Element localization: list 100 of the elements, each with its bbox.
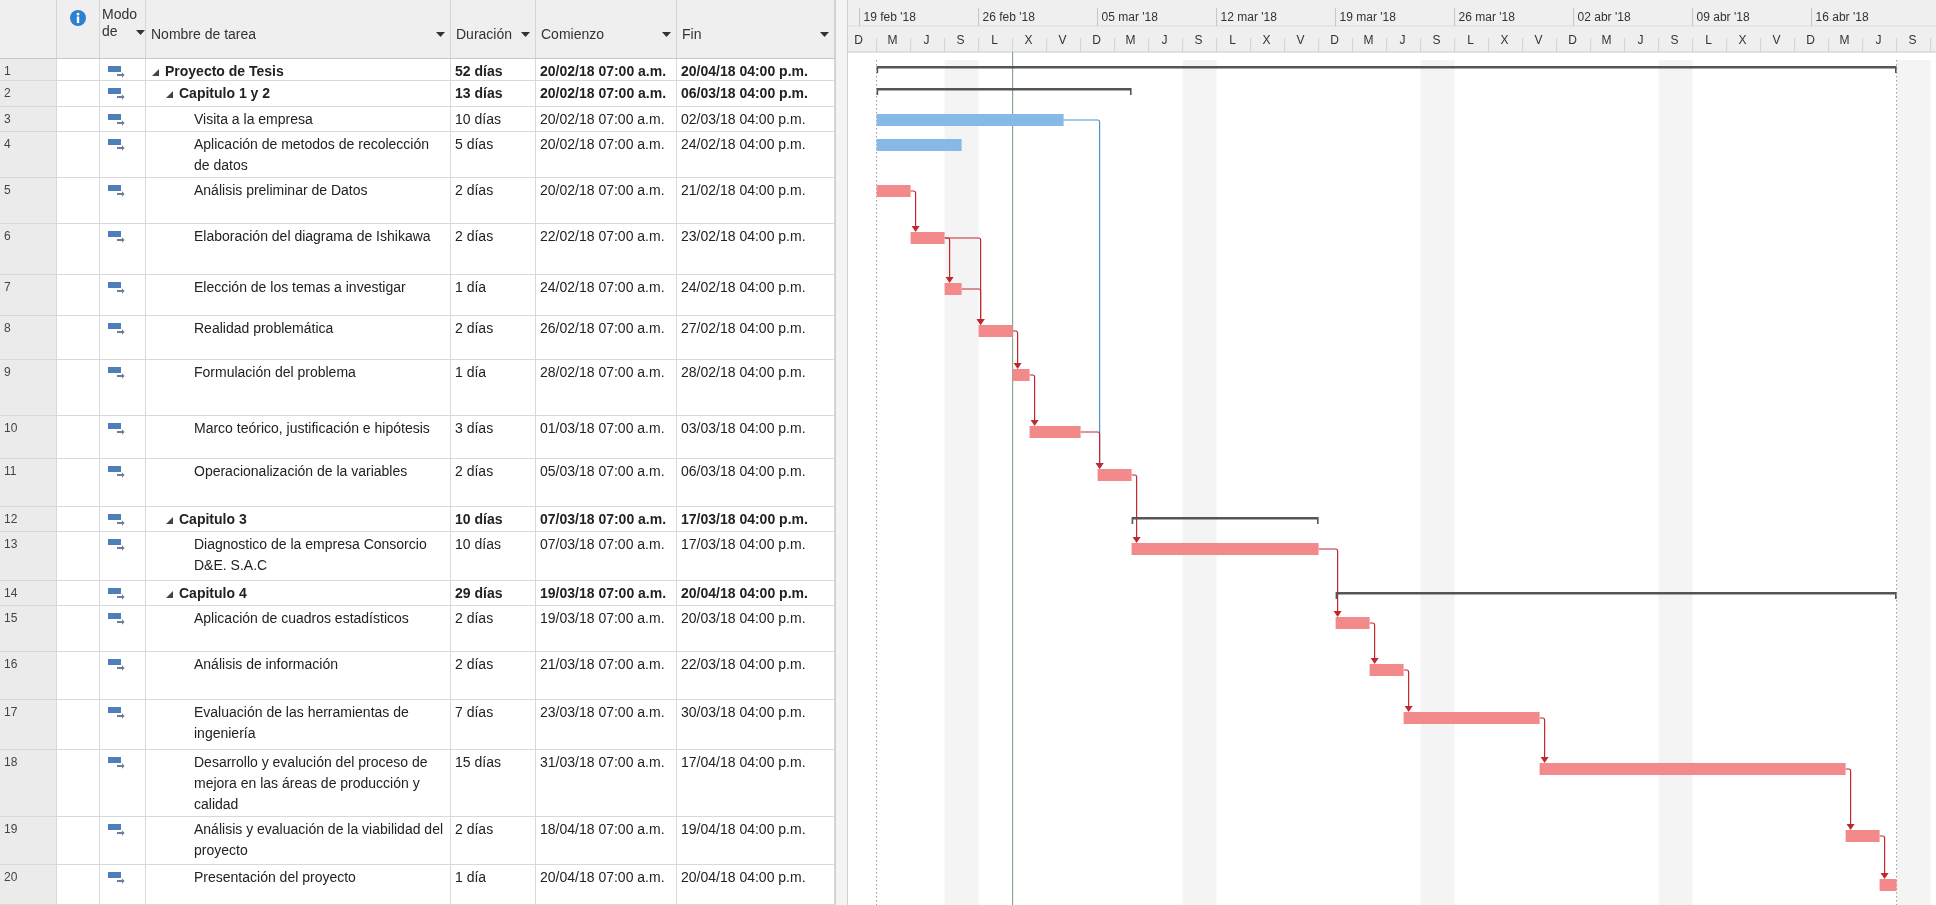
finish-date: 24/02/18 04:00 p.m. [681, 136, 806, 152]
day-label: D [1568, 33, 1577, 47]
start-date: 22/02/18 07:00 a.m. [540, 228, 665, 245]
dropdown-caret-icon[interactable] [662, 32, 671, 38]
row-number: 18 [4, 755, 18, 770]
task-bar[interactable] [910, 232, 945, 244]
column-header[interactable]: Comienzo [541, 26, 605, 42]
start-date: 21/03/18 07:00 a.m. [540, 656, 665, 673]
auto-scheduled-task-icon [108, 422, 125, 436]
dropdown-caret-icon[interactable] [820, 32, 829, 38]
day-label: L [1705, 33, 1712, 47]
duration-value: 29 días [455, 584, 503, 601]
task-name: Realidad problemática [194, 319, 334, 339]
row-number: 5 [4, 182, 11, 197]
task-name: Formulación del problema [194, 362, 356, 382]
start-date: 31/03/18 07:00 a.m. [540, 754, 665, 771]
auto-scheduled-task-icon [108, 538, 125, 552]
summary-bar[interactable] [876, 66, 1897, 73]
day-label: J [923, 33, 930, 47]
task-bar[interactable] [1369, 664, 1404, 676]
row-number: 4 [4, 137, 11, 151]
duration-value: 2 días [455, 181, 494, 198]
row-number: 14 [4, 585, 18, 600]
finish-date: 28/02/18 04:00 p.m. [681, 363, 806, 380]
column-header[interactable]: Modo de [102, 6, 136, 40]
auto-scheduled-task-icon [108, 586, 125, 600]
auto-scheduled-task-icon [108, 365, 125, 379]
task-bar[interactable] [1845, 830, 1880, 842]
task-name: Capitulo 3 [179, 509, 247, 529]
finish-date: 20/04/18 04:00 p.m. [681, 869, 806, 886]
week-label: 02 abr '18 [1577, 10, 1631, 24]
start-date: 20/02/18 07:00 a.m. [540, 63, 667, 80]
start-date: 28/02/18 07:00 a.m. [540, 363, 665, 380]
summary-bar[interactable] [1335, 592, 1897, 599]
finish-date: 22/03/18 04:00 p.m. [681, 656, 806, 673]
duration-value: 7 días [455, 703, 494, 720]
collapse-triangle-icon[interactable] [166, 91, 173, 99]
auto-scheduled-task-icon [108, 183, 125, 197]
day-label: M [1601, 33, 1612, 47]
start-date: 20/04/18 07:00 a.m. [540, 869, 665, 886]
day-label: L [1229, 33, 1236, 47]
duration-value: 1 día [455, 869, 487, 886]
row-number: 7 [4, 279, 11, 294]
row-number: 17 [4, 704, 18, 719]
finish-date: 03/03/18 04:00 p.m. [681, 420, 806, 437]
day-label: M [1125, 33, 1136, 47]
week-label: 16 abr '18 [1815, 10, 1869, 24]
day-label: D [1806, 33, 1815, 47]
day-label: X [1024, 33, 1033, 47]
task-name: Elaboración del diagrama de Ishikawa [194, 227, 431, 247]
finish-date: 23/02/18 04:00 p.m. [681, 228, 806, 245]
task-bar[interactable] [1029, 426, 1081, 438]
day-label: V [1772, 33, 1781, 47]
dropdown-caret-icon[interactable] [521, 32, 530, 38]
auto-scheduled-task-icon [108, 280, 125, 294]
task-bar[interactable] [944, 283, 962, 295]
auto-scheduled-task-icon [108, 756, 125, 770]
column-header[interactable]: Nombre de tarea [151, 26, 257, 42]
auto-scheduled-task-icon [108, 138, 125, 151]
week-label: 05 mar '18 [1101, 10, 1158, 24]
row-number: 6 [4, 229, 11, 244]
task-name: Marco teórico, justificación e hipótesis [194, 419, 430, 439]
task-bar[interactable] [1131, 543, 1319, 555]
finish-date: 27/02/18 04:00 p.m. [681, 320, 806, 337]
task-bar[interactable] [876, 185, 911, 197]
row-number: 20 [4, 870, 18, 885]
duration-value: 10 días [455, 111, 501, 128]
collapse-triangle-icon[interactable] [166, 590, 173, 598]
collapse-triangle-icon[interactable] [166, 516, 173, 524]
summary-bar[interactable] [1131, 517, 1319, 524]
dropdown-caret-icon[interactable] [136, 30, 145, 36]
info-icon [70, 10, 86, 26]
summary-bar[interactable] [876, 88, 1132, 95]
dropdown-caret-icon[interactable] [436, 32, 445, 38]
start-date: 01/03/18 07:00 a.m. [540, 420, 665, 437]
start-date: 19/03/18 07:00 a.m. [540, 584, 667, 601]
column-header[interactable]: Fin [682, 26, 702, 42]
task-bar[interactable] [876, 139, 962, 151]
day-label: M [1839, 33, 1850, 47]
start-date: 23/03/18 07:00 a.m. [540, 703, 665, 720]
task-name: Capitulo 1 y 2 [179, 84, 271, 104]
pane-splitter[interactable] [835, 0, 848, 905]
task-bar[interactable] [1539, 763, 1846, 775]
auto-scheduled-task-icon [108, 822, 125, 836]
task-bar[interactable] [978, 325, 1013, 337]
day-label: M [1363, 33, 1374, 47]
row-number: 16 [4, 657, 18, 672]
week-label: 26 mar '18 [1458, 10, 1515, 24]
task-bar[interactable] [1097, 469, 1132, 481]
task-bar[interactable] [1335, 617, 1370, 629]
auto-scheduled-task-icon [108, 611, 125, 625]
column-header[interactable]: Duración [456, 26, 513, 42]
task-bar[interactable] [876, 114, 1064, 126]
finish-date: 20/03/18 04:00 p.m. [681, 609, 806, 626]
collapse-triangle-icon[interactable] [152, 69, 159, 77]
task-bar[interactable] [1403, 712, 1540, 724]
day-label: X [1738, 33, 1747, 47]
day-label: V [1058, 33, 1067, 47]
task-name: Elección de los temas a investigar [194, 277, 406, 297]
task-bar[interactable] [1879, 879, 1897, 891]
